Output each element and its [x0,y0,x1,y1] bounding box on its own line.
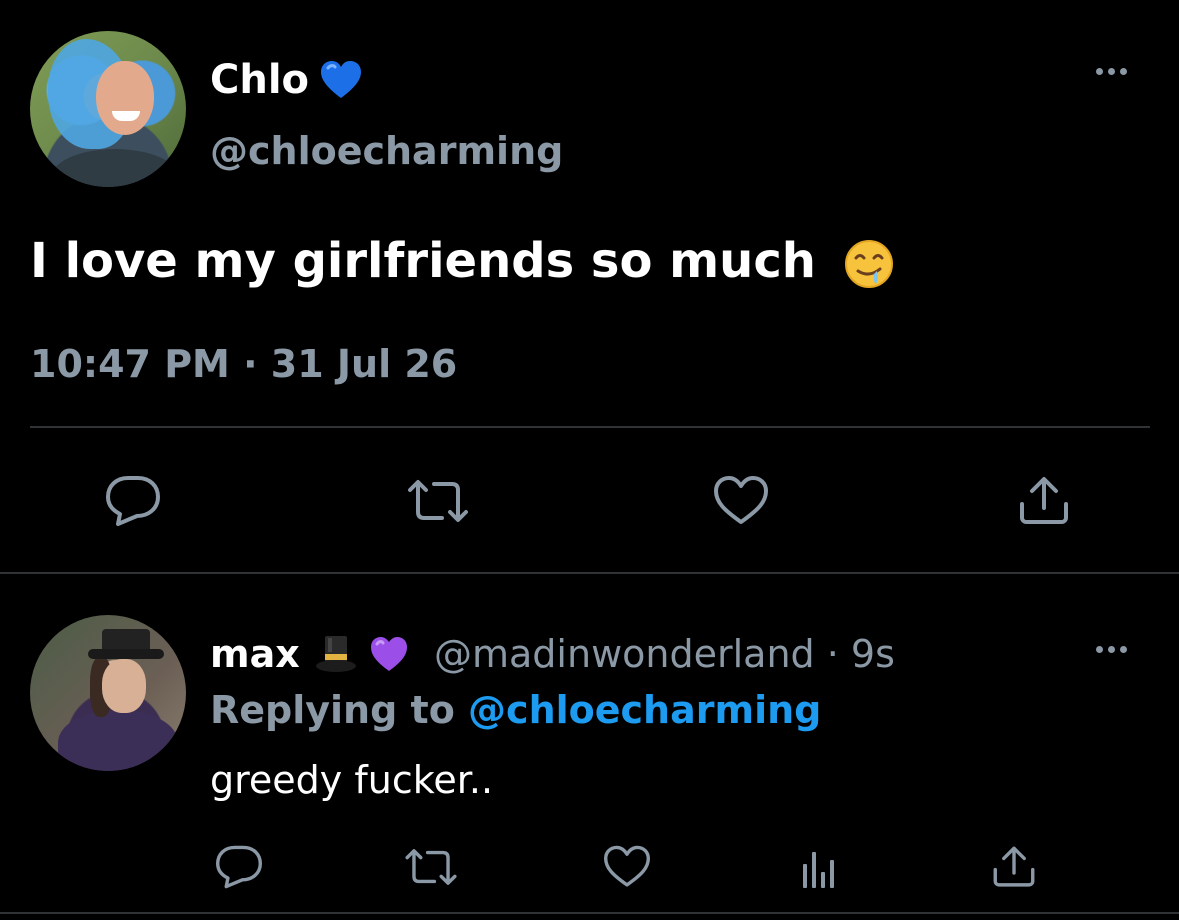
avatar[interactable] [30,615,186,771]
meta-separator: · [814,632,851,676]
blue-heart-icon [321,61,361,98]
tweet-time-ago[interactable]: 9s [851,632,895,676]
mention-link[interactable]: @chloecharming [468,688,821,732]
replying-to-line: Replying to @chloecharming [210,686,821,734]
tweet-text: greedy fucker.. [210,758,494,802]
analytics-icon[interactable] [800,846,840,890]
reply-meta: @madinwonderland · 9s [434,630,895,678]
user-handle[interactable]: @chloecharming [210,128,563,174]
tweet-timestamp[interactable]: 10:47 PM · 31 Jul 26 [30,340,457,388]
avatar[interactable] [30,31,186,187]
display-name[interactable]: Chlo [210,56,309,104]
reply-icon[interactable] [214,844,264,890]
drooling-face-icon [844,240,893,288]
top-hat-icon [316,636,356,672]
share-icon[interactable] [1016,474,1072,528]
divider [30,426,1150,428]
user-handle[interactable]: @madinwonderland [434,632,815,676]
display-name[interactable]: max [210,630,300,678]
share-icon[interactable] [990,844,1038,890]
retweet-icon[interactable] [402,844,460,890]
tweet-time: 10:47 PM [30,342,230,386]
tweet-text: I love my girlfriends so much [30,232,895,290]
reply-icon[interactable] [104,474,162,528]
tweet-text-content: I love my girlfriends so much [30,233,816,289]
replying-to-prefix: Replying to [210,688,455,732]
avatar-coat [58,711,178,771]
avatar-hat-brim [88,649,164,659]
retweet-icon[interactable] [404,474,472,528]
avatar-face [102,659,146,713]
divider [0,572,1179,574]
timestamp-separator: · [229,342,271,386]
more-options-icon[interactable] [1096,68,1127,75]
avatar-face [96,61,154,135]
tweet-date: 31 Jul 26 [270,342,458,386]
purple-heart-icon [371,637,407,671]
divider [0,912,1179,914]
like-icon[interactable] [712,474,770,528]
avatar-shoulders [50,149,180,187]
like-icon[interactable] [602,844,652,890]
more-options-icon[interactable] [1096,646,1127,653]
